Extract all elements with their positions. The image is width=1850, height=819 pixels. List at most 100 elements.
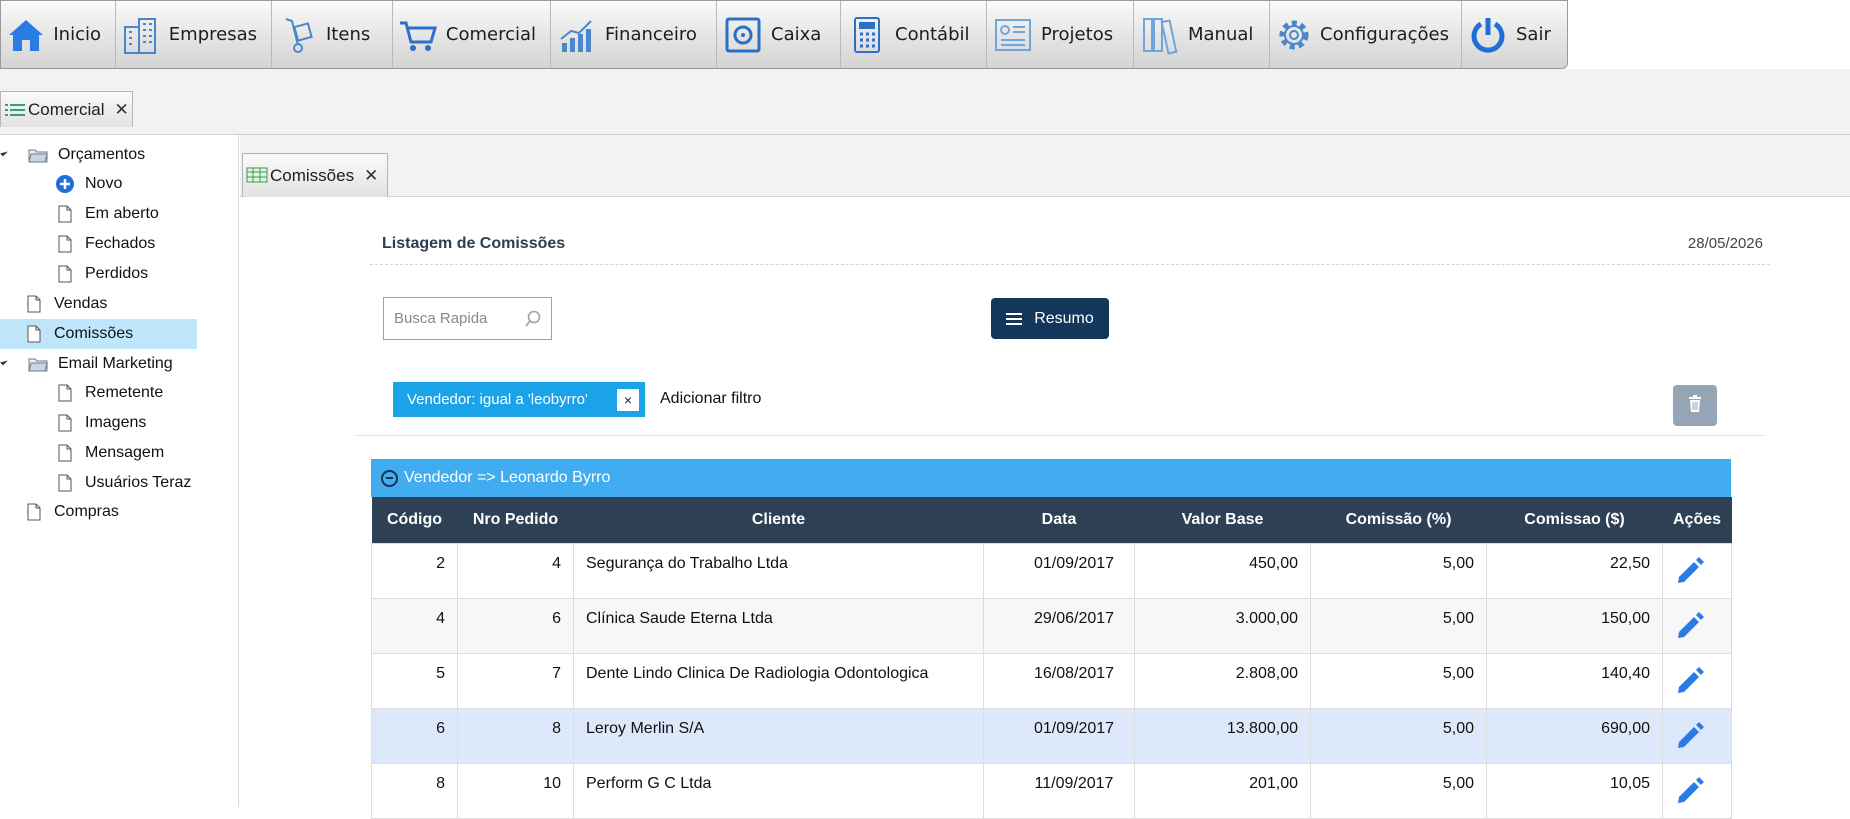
toolbar-caixa-button[interactable]: Caixa <box>717 1 841 68</box>
tree-node-imagens[interactable]: Imagens <box>0 409 239 437</box>
cell-cliente: Dente Lindo Clinica De Radiologia Odonto… <box>573 652 984 709</box>
table-row[interactable]: 2 4 Segurança do Trabalho Ltda 01/09/201… <box>371 542 1732 599</box>
column-header-nro-pedido[interactable]: Nro Pedido <box>457 497 574 543</box>
trash-icon <box>1688 395 1702 416</box>
tree-node-mensagem[interactable]: Mensagem <box>0 439 239 467</box>
power-icon <box>1466 13 1510 57</box>
cell-cliente: Clínica Saude Eterna Ltda <box>573 597 984 654</box>
toolbar-itens-button[interactable]: Itens <box>272 1 393 68</box>
home-icon <box>5 13 47 57</box>
cell-acoes <box>1662 707 1732 764</box>
tab-comissoes[interactable]: Comissões ✕ <box>242 153 388 197</box>
column-header-data[interactable]: Data <box>983 497 1135 543</box>
toolbar-comercial-button[interactable]: Comercial <box>393 1 551 68</box>
cell-codigo: 4 <box>371 597 458 654</box>
table-row[interactable]: 6 8 Leroy Merlin S/A 01/09/2017 13.800,0… <box>371 707 1732 764</box>
cell-data: 01/09/2017 <box>983 542 1135 599</box>
title-divider <box>370 264 1770 265</box>
collapse-minus-icon[interactable] <box>381 469 398 487</box>
tree-node-remetente[interactable]: Remetente <box>0 379 239 407</box>
cell-nro-pedido: 4 <box>457 542 574 599</box>
calculator-icon <box>845 13 889 57</box>
table-row[interactable]: 8 10 Perform G C Ltda 11/09/2017 201,00 … <box>371 762 1732 819</box>
filter-chip[interactable]: Vendedor: igual a 'leobyrro' × <box>393 382 645 417</box>
menu-icon <box>1006 312 1023 325</box>
edit-pencil-icon[interactable] <box>1674 719 1706 751</box>
column-header-comissao-pct[interactable]: Comissão (%) <box>1310 497 1487 543</box>
tree-node-novo[interactable]: Novo <box>0 170 239 198</box>
edit-pencil-icon[interactable] <box>1674 774 1706 806</box>
toolbar-manual-button[interactable]: Manual <box>1134 1 1270 68</box>
toolbar-contabil-button[interactable]: Contábil <box>841 1 987 68</box>
tree-node-email-marketing[interactable]: Email Marketing <box>0 350 239 378</box>
group-header[interactable]: Vendedor => Leonardo Byrro <box>371 459 1731 497</box>
safe-icon <box>721 13 765 57</box>
column-header-comissao-valor[interactable]: Comissao ($) <box>1486 497 1663 543</box>
tree-node-comissoes[interactable]: Comissões <box>0 319 197 349</box>
page-date: 28/05/2026 <box>1687 235 1763 252</box>
expanded-triangle-icon <box>0 148 8 157</box>
sub-tab-strip: Comissões ✕ <box>240 135 1850 197</box>
quick-search <box>383 297 552 340</box>
cell-valor-base: 3.000,00 <box>1134 597 1311 654</box>
filter-divider <box>356 435 1766 436</box>
tab-comercial-close-icon[interactable]: ✕ <box>115 100 129 120</box>
resumo-button[interactable]: Resumo <box>991 298 1109 339</box>
books-icon <box>1138 13 1182 57</box>
edit-pencil-icon[interactable] <box>1674 609 1706 641</box>
filter-chip-label: Vendedor: igual a 'leobyrro' <box>407 391 588 408</box>
edit-pencil-icon[interactable] <box>1674 664 1706 696</box>
tree-node-compras[interactable]: Compras <box>0 498 239 526</box>
toolbar-financeiro-button[interactable]: Financeiro <box>551 1 717 68</box>
sidebar-tree: Orçamentos Novo Em aberto Fechados Perdi… <box>0 135 239 807</box>
cell-acoes <box>1662 542 1732 599</box>
toolbar-empresas-button[interactable]: Empresas <box>116 1 272 68</box>
table-row[interactable]: 5 7 Dente Lindo Clinica De Radiologia Od… <box>371 652 1732 709</box>
toolbar-projetos-button[interactable]: Projetos <box>987 1 1134 68</box>
edit-pencil-icon[interactable] <box>1674 554 1706 586</box>
table-row[interactable]: 4 6 Clínica Saude Eterna Ltda 29/06/2017… <box>371 597 1732 654</box>
toolbar-inicio-button[interactable]: Inicio <box>1 1 116 68</box>
cell-comissao-valor: 140,40 <box>1486 652 1663 709</box>
cell-comissao-pct: 5,00 <box>1310 707 1487 764</box>
page-title: Listagem de Comissões <box>382 235 566 252</box>
buildings-icon <box>120 13 163 57</box>
tree-node-vendas[interactable]: Vendas <box>0 290 239 318</box>
cell-comissao-pct: 5,00 <box>1310 652 1487 709</box>
table-grid-icon <box>246 167 268 185</box>
cell-comissao-valor: 690,00 <box>1486 707 1663 764</box>
cell-codigo: 5 <box>371 652 458 709</box>
tree-node-orcamentos[interactable]: Orçamentos <box>0 141 239 169</box>
filter-chip-close-icon[interactable]: × <box>617 389 639 411</box>
plus-circle-icon <box>55 174 75 194</box>
cell-nro-pedido: 8 <box>457 707 574 764</box>
tree-node-perdidos[interactable]: Perdidos <box>0 260 239 288</box>
cell-codigo: 6 <box>371 707 458 764</box>
column-header-codigo[interactable]: Código <box>371 497 458 543</box>
search-input[interactable] <box>384 298 524 339</box>
column-header-acoes: Ações <box>1662 497 1732 543</box>
tab-comissoes-close-icon[interactable]: ✕ <box>364 166 378 186</box>
hand-truck-icon <box>276 13 320 57</box>
add-filter-link[interactable]: Adicionar filtro <box>660 390 761 408</box>
tree-node-em-aberto[interactable]: Em aberto <box>0 200 239 228</box>
column-header-valor-base[interactable]: Valor Base <box>1134 497 1311 543</box>
cell-comissao-pct: 5,00 <box>1310 597 1487 654</box>
document-icon <box>55 234 75 254</box>
comissoes-table: Código Nro Pedido Cliente Data Valor Bas… <box>371 497 1732 819</box>
cell-nro-pedido: 7 <box>457 652 574 709</box>
toolbar-sair-button[interactable]: Sair <box>1462 1 1566 68</box>
search-icon[interactable] <box>524 310 542 328</box>
cell-acoes <box>1662 652 1732 709</box>
tab-comercial[interactable]: Comercial ✕ <box>0 91 133 127</box>
column-header-cliente[interactable]: Cliente <box>573 497 984 543</box>
cell-cliente: Leroy Merlin S/A <box>573 707 984 764</box>
clear-filters-button[interactable] <box>1673 385 1717 426</box>
cell-valor-base: 450,00 <box>1134 542 1311 599</box>
main-tab-strip: Comercial ✕ <box>0 69 1850 135</box>
cell-cliente: Segurança do Trabalho Ltda <box>573 542 984 599</box>
tree-node-usuarios-teraz[interactable]: Usuários Teraz <box>0 469 239 497</box>
toolbar-configuracoes-button[interactable]: Configurações <box>1270 1 1462 68</box>
tree-node-fechados[interactable]: Fechados <box>0 230 239 258</box>
document-icon <box>55 413 75 433</box>
